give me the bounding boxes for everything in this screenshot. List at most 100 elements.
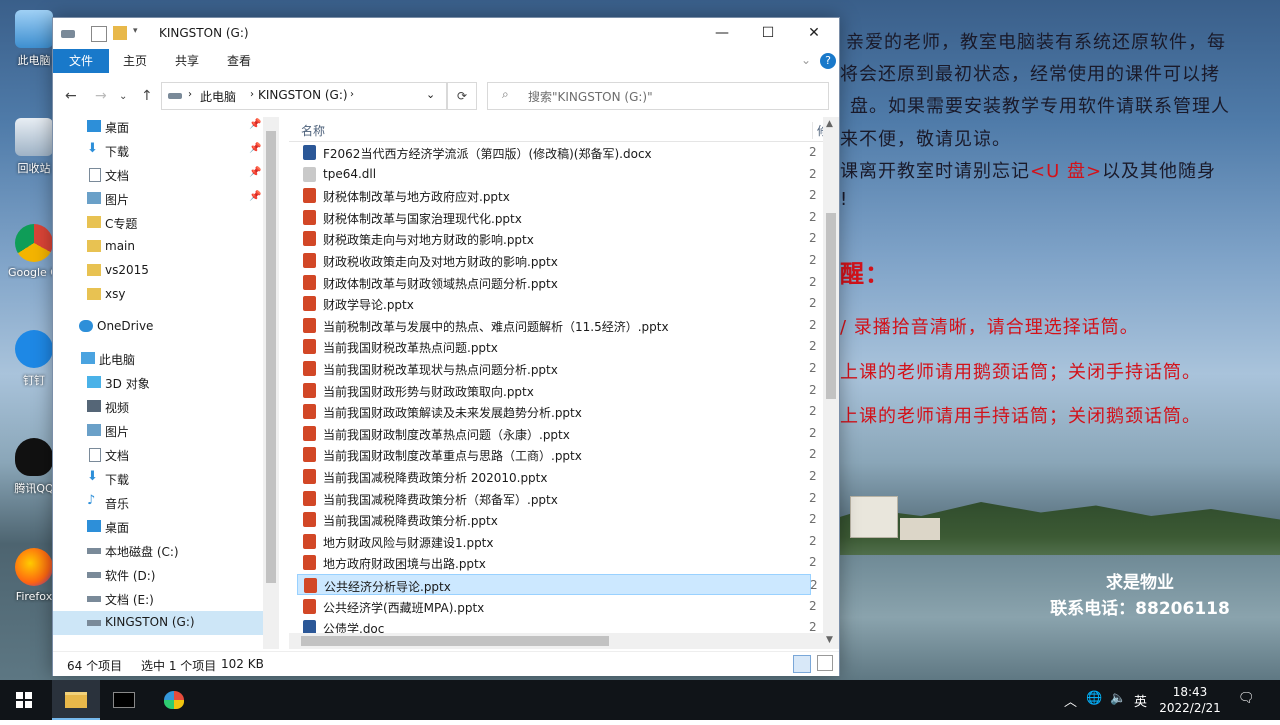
nav-item-vs2015[interactable]: vs2015 — [53, 259, 263, 283]
nav-item-3d-objects[interactable]: 3D 对象 — [53, 371, 263, 395]
file-date: 2 — [809, 317, 817, 332]
taskbar-terminal[interactable] — [100, 680, 148, 720]
start-button[interactable] — [0, 680, 48, 720]
file-date: 2 — [809, 598, 817, 613]
pin-icon[interactable]: 📌 — [249, 191, 261, 202]
column-name[interactable]: 名称 — [301, 122, 325, 139]
file-row[interactable]: tpe64.dll 2 — [297, 164, 817, 185]
file-row[interactable]: 财税政策走向与对地方财政的影响.pptx 2 — [297, 228, 817, 249]
breadcrumb-this-pc[interactable]: 此电脑 — [200, 88, 236, 105]
scroll-up-icon[interactable]: ▲ — [826, 119, 833, 129]
file-row[interactable]: 当前税制改革与发展中的热点、难点问题解析（11.5经济）.pptx 2 — [297, 315, 817, 336]
file-row[interactable]: 财政税收政策走向及对地方财政的影响.pptx 2 — [297, 250, 817, 271]
notice-line: 课离开教室时请别忘记<U 盘>以及其他随身 — [840, 157, 1216, 183]
pin-icon[interactable]: 📌 — [249, 167, 261, 178]
horizontal-scroll-thumb[interactable] — [301, 636, 609, 646]
nav-item-main[interactable]: main — [53, 235, 263, 259]
tab-home[interactable]: 主页 — [115, 49, 155, 73]
horizontal-scrollbar[interactable] — [289, 633, 823, 649]
file-list-scrollbar[interactable]: ▲ ▼ — [823, 117, 839, 649]
nav-item-c-topic[interactable]: C专题 — [53, 211, 263, 235]
nav-item-onedrive[interactable]: OneDrive — [53, 315, 263, 339]
cloud-icon — [79, 320, 93, 332]
file-row[interactable]: 公共经济分析导论.pptx 2 — [297, 574, 818, 595]
address-dropdown-icon[interactable]: ⌄ — [426, 88, 435, 101]
pin-icon[interactable]: 📌 — [249, 143, 261, 154]
scroll-down-icon[interactable]: ▼ — [826, 635, 833, 645]
tab-file[interactable]: 文件 — [53, 49, 109, 73]
file-name: 地方财政风险与财源建设1.pptx — [323, 535, 494, 550]
file-row[interactable]: 财税体制改革与地方政府应对.pptx 2 — [297, 185, 817, 206]
clock[interactable]: 18:43 2022/2/21 — [1158, 684, 1222, 716]
nav-item-downloads-pc[interactable]: ⬇ 下载 — [53, 467, 263, 491]
file-row[interactable]: 地方政府财政困境与出路.pptx 2 — [297, 552, 817, 573]
nav-item-drive-e[interactable]: 文档 (E:) — [53, 587, 263, 611]
nav-item-drive-c[interactable]: 本地磁盘 (C:) — [53, 539, 263, 563]
properties-icon[interactable] — [91, 26, 107, 42]
show-hidden-icons[interactable]: ︿ — [1064, 691, 1077, 710]
file-row[interactable]: 公共经济学(西藏班MPA).pptx 2 — [297, 596, 817, 617]
nav-item-desktop[interactable]: 桌面 📌 — [53, 117, 263, 139]
file-row[interactable]: 当前我国财政政策解读及未来发展趋势分析.pptx 2 — [297, 401, 817, 422]
nav-item-videos[interactable]: 视频 — [53, 395, 263, 419]
file-row[interactable]: 当前我国减税降费政策分析 202010.pptx 2 — [297, 466, 817, 487]
search-box[interactable]: ⌕ 搜索"KINGSTON (G:)" — [487, 82, 829, 110]
nav-item-drive-d[interactable]: 软件 (D:) — [53, 563, 263, 587]
minimize-button[interactable]: — — [699, 18, 745, 49]
taskbar-file-explorer[interactable] — [52, 680, 100, 720]
quick-access-dropdown-icon[interactable]: ▾ — [133, 26, 141, 40]
file-row[interactable]: 当前我国财政制度改革热点问题（永康）.pptx 2 — [297, 423, 817, 444]
notice-line: 来不便，敬请见谅。 — [840, 129, 1011, 150]
help-icon[interactable]: ? — [820, 53, 836, 69]
taskbar-paint[interactable] — [150, 680, 198, 720]
notice-line: 盘。如果需要安装教学专用软件请联系管理人 — [850, 96, 1230, 117]
tab-share[interactable]: 共享 — [167, 49, 207, 73]
nav-item-documents[interactable]: 文档 📌 — [53, 163, 263, 187]
address-bar[interactable]: › 此电脑 › KINGSTON (G:) › ⌄ — [161, 82, 447, 110]
file-row[interactable]: 当前我国减税降费政策分析（郑备军）.pptx 2 — [297, 488, 817, 509]
nav-item-pictures-pc[interactable]: 图片 — [53, 419, 263, 443]
breadcrumb-current[interactable]: KINGSTON (G:) — [258, 88, 348, 102]
file-row[interactable]: 财税体制改革与国家治理现代化.pptx 2 — [297, 207, 817, 228]
close-button[interactable]: ✕ — [791, 18, 837, 49]
nav-item-music[interactable]: ♪ 音乐 — [53, 491, 263, 515]
maximize-button[interactable]: ☐ — [745, 18, 791, 49]
nav-item-xsy[interactable]: xsy — [53, 283, 263, 307]
title-bar: ▾ KINGSTON (G:) — ☐ ✕ — [53, 18, 839, 49]
file-row[interactable]: 地方财政风险与财源建设1.pptx 2 — [297, 531, 817, 552]
file-scroll-thumb[interactable] — [826, 213, 836, 399]
file-row[interactable]: 财政学导论.pptx 2 — [297, 293, 817, 314]
pin-icon[interactable]: 📌 — [249, 119, 261, 130]
tab-view[interactable]: 查看 — [219, 49, 259, 73]
file-row[interactable]: 当前我国减税降费政策分析.pptx 2 — [297, 509, 817, 530]
file-row[interactable]: 财政体制改革与财政领域热点问题分析.pptx 2 — [297, 272, 817, 293]
refresh-button[interactable]: ⟳ — [447, 82, 477, 110]
nav-item-downloads[interactable]: ⬇ 下载 📌 — [53, 139, 263, 163]
file-row[interactable]: F2062当代西方经济学流派（第四版）(修改稿)(郑备军).docx 2 — [297, 142, 817, 163]
expand-ribbon-icon[interactable]: ⌄ — [801, 53, 811, 67]
file-row[interactable]: 当前我国财政制度改革重点与思路（工商）.pptx 2 — [297, 444, 817, 465]
network-icon[interactable]: 🌐 — [1086, 691, 1102, 706]
nav-item-documents-pc[interactable]: 文档 — [53, 443, 263, 467]
forward-button[interactable]: → — [95, 88, 107, 104]
ime-indicator[interactable]: 英 — [1134, 691, 1147, 710]
nav-scroll-thumb[interactable] — [266, 131, 276, 583]
new-folder-icon[interactable] — [113, 26, 127, 40]
notifications-icon[interactable]: 🗨 — [1238, 691, 1255, 706]
volume-icon[interactable]: 🔈 — [1110, 691, 1126, 706]
notice-line: 亲爱的老师，教室电脑装有系统还原软件，每 — [846, 32, 1226, 53]
details-view-icon[interactable] — [793, 655, 811, 673]
back-button[interactable]: ← — [65, 88, 77, 104]
nav-item-kingston[interactable]: KINGSTON (G:) — [53, 611, 263, 635]
nav-item-desktop-pc[interactable]: 桌面 — [53, 515, 263, 539]
nav-item-pictures[interactable]: 图片 📌 — [53, 187, 263, 211]
nav-pane-scrollbar[interactable] — [263, 117, 279, 649]
file-row[interactable]: 当前我国财税改革现状与热点问题分析.pptx 2 — [297, 358, 817, 379]
up-button[interactable]: ↑ — [141, 88, 153, 104]
large-icons-view-icon[interactable] — [817, 655, 833, 671]
nav-item-this-pc[interactable]: 此电脑 — [53, 347, 263, 371]
file-row[interactable]: 当前我国财政形势与财政政策取向.pptx 2 — [297, 380, 817, 401]
desktop-folder-icon — [87, 120, 101, 132]
recent-locations-icon[interactable]: ⌄ — [119, 91, 127, 102]
file-row[interactable]: 当前我国财税改革热点问题.pptx 2 — [297, 336, 817, 357]
